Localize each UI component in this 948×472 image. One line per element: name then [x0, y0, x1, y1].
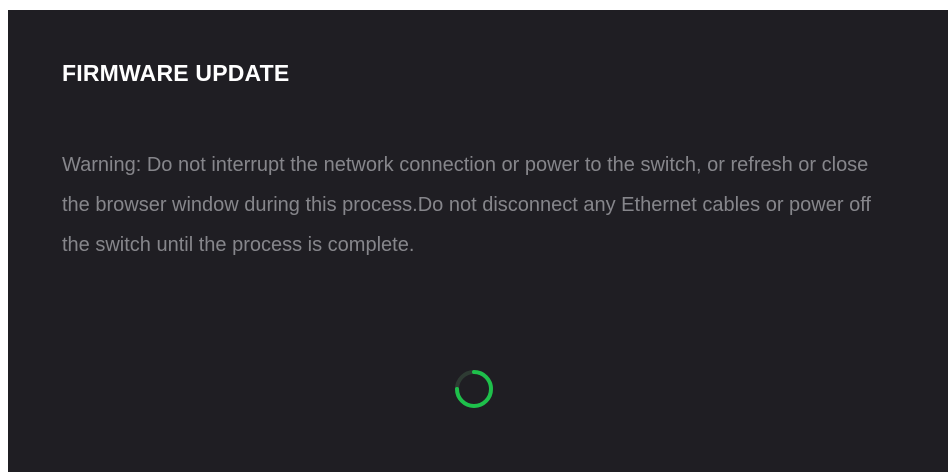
warning-message: Warning: Do not interrupt the network co…: [62, 154, 871, 256]
dialog-title: FIRMWARE UPDATE: [62, 60, 290, 86]
firmware-update-dialog: FIRMWARE UPDATE Warning: Do not interrup…: [8, 10, 948, 472]
loading-spinner-icon: [455, 370, 493, 408]
